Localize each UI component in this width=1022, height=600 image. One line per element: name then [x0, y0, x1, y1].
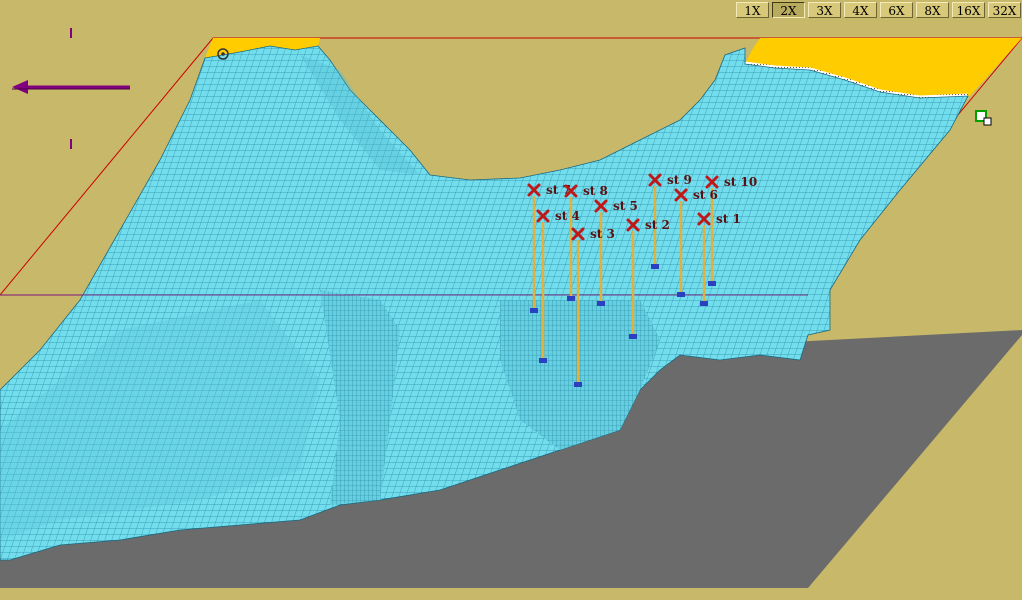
station-label: st 2 [645, 218, 670, 232]
zoom-2x-button[interactable]: 2X [772, 2, 805, 18]
zoom-32x-button[interactable]: 32X [988, 2, 1021, 18]
station-base [629, 334, 637, 339]
zoom-16x-button[interactable]: 16X [952, 2, 985, 18]
station-base [539, 358, 547, 363]
station-label: st 1 [716, 212, 741, 226]
station-base [677, 292, 685, 297]
terrain-scene[interactable]: st 7st 8st 9st 10st 4st 5st 6st 3st 2st … [0, 0, 1022, 600]
station-base [651, 264, 659, 269]
station-label: st 8 [583, 184, 608, 198]
resize-handle-icon[interactable] [975, 110, 992, 126]
station-label: st 4 [555, 209, 580, 223]
station-base [597, 301, 605, 306]
station-label: st 5 [613, 199, 638, 213]
north-arrow-icon[interactable] [12, 28, 130, 149]
station-base [708, 281, 716, 286]
station-label: st 6 [693, 188, 718, 202]
zoom-3x-button[interactable]: 3X [808, 2, 841, 18]
station-base [567, 296, 575, 301]
station-base [530, 308, 538, 313]
zoom-8x-button[interactable]: 8X [916, 2, 949, 18]
zoom-6x-button[interactable]: 6X [880, 2, 913, 18]
zoom-toolbar: 1X 2X 3X 4X 6X 8X 16X 32X [736, 2, 1021, 18]
station-label: st 9 [667, 173, 692, 187]
station-base [574, 382, 582, 387]
station-label: st 3 [590, 227, 615, 241]
station-base [700, 301, 708, 306]
station-label: st 10 [724, 175, 757, 189]
zoom-1x-button[interactable]: 1X [736, 2, 769, 18]
zoom-4x-button[interactable]: 4X [844, 2, 877, 18]
